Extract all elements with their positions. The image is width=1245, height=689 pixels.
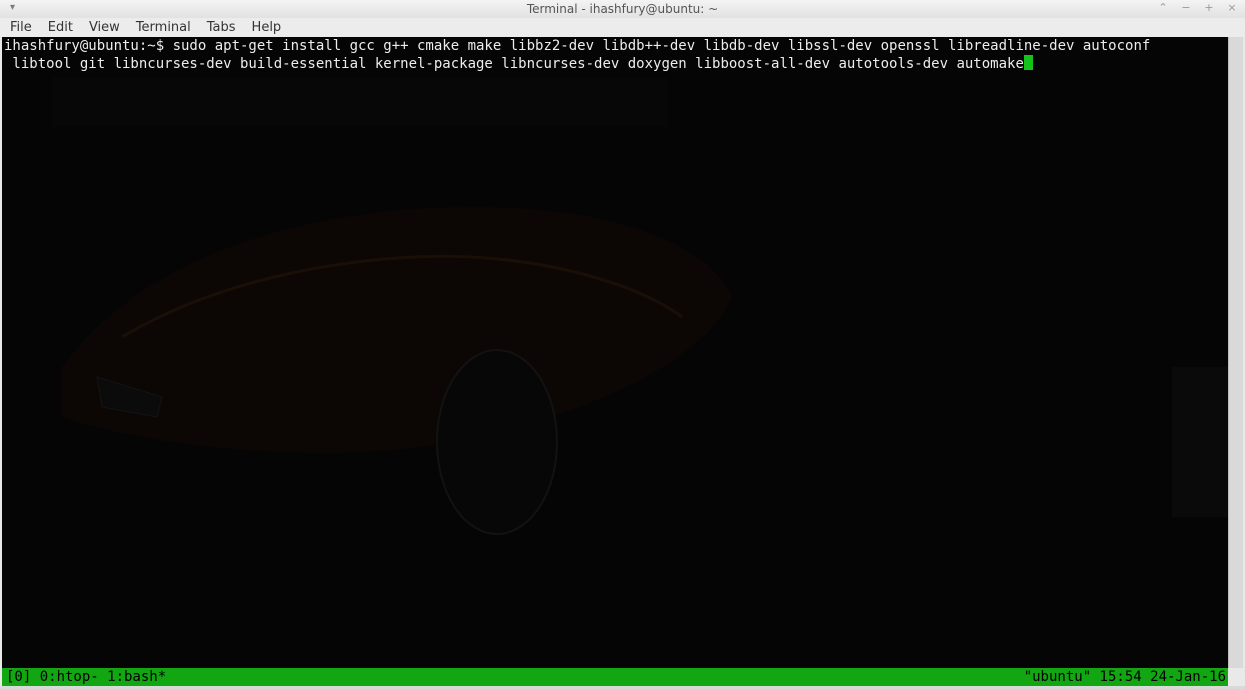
terminal-scrollbar[interactable] [1228,37,1243,668]
window-controls: ⌃ − + × [1156,1,1239,15]
menu-file[interactable]: File [10,20,32,35]
tmux-window-list[interactable]: [0] 0:htop- 1:bash* [6,668,166,686]
menu-view[interactable]: View [89,20,120,35]
terminal-output[interactable]: ihashfury@ubuntu:~$ sudo apt-get install… [2,37,1228,668]
maximize-icon[interactable]: + [1202,1,1216,15]
terminal-line-1: ihashfury@ubuntu:~$ sudo apt-get install… [4,38,1151,54]
tmux-status-right: "ubuntu" 15:54 24-Jan-16 [1023,669,1226,685]
window-title: Terminal - ihashfury@ubuntu: ~ [526,2,719,16]
close-icon[interactable]: × [1225,1,1239,15]
menu-bar: File Edit View Terminal Tabs Help [0,18,1245,37]
terminal-window: ▾ Terminal - ihashfury@ubuntu: ~ ⌃ − + ×… [0,0,1245,689]
menu-tabs[interactable]: Tabs [207,20,236,35]
tmux-status-bar: [0] 0:htop- 1:bash* "ubuntu" 15:54 24-Ja… [2,668,1228,686]
menu-terminal[interactable]: Terminal [136,20,191,35]
minimize-icon[interactable]: − [1179,1,1193,15]
wallpaper-ghost [2,37,1228,668]
title-bar[interactable]: ▾ Terminal - ihashfury@ubuntu: ~ ⌃ − + × [0,0,1245,19]
shade-icon[interactable]: ⌃ [1156,1,1170,15]
menu-help[interactable]: Help [252,20,282,35]
text-cursor [1023,55,1033,70]
menu-edit[interactable]: Edit [48,20,73,35]
terminal-line-2: libtool git libncurses-dev build-essenti… [4,55,1033,73]
terminal-line-2-text: libtool git libncurses-dev build-essenti… [4,56,1024,72]
